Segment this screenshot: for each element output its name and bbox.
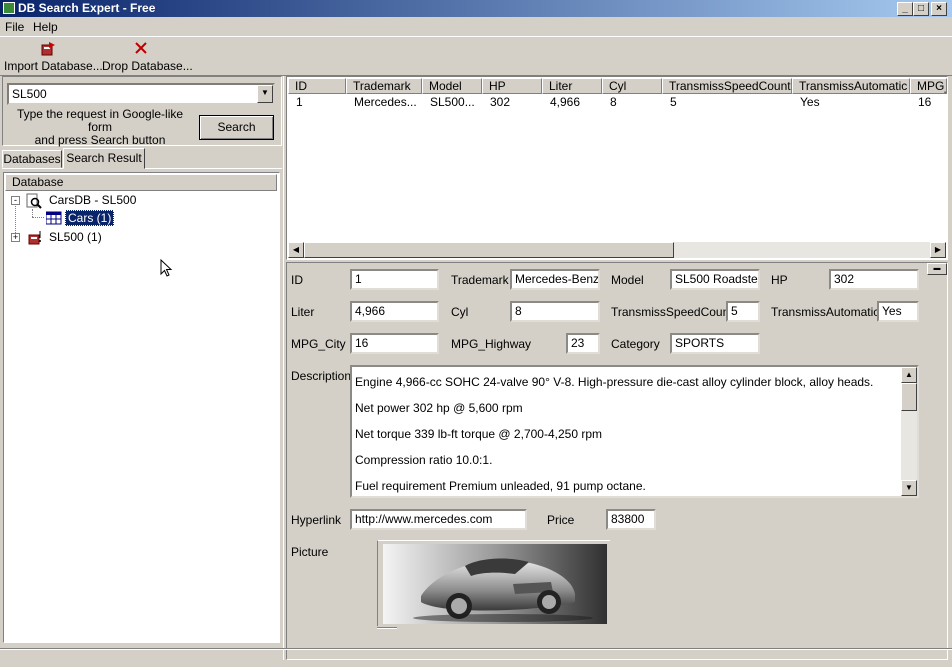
window-title: DB Search Expert - Free bbox=[18, 1, 156, 15]
tree-node-sl500[interactable]: SL500 (1) bbox=[49, 230, 102, 244]
table-cell: Yes bbox=[800, 95, 820, 109]
menu-bar: File Help bbox=[0, 18, 952, 36]
scroll-up-icon[interactable]: ▲ bbox=[901, 367, 917, 383]
category-field[interactable]: SPORTS bbox=[670, 333, 760, 354]
picture-label: Picture bbox=[291, 545, 329, 559]
trademark-label: Trademark bbox=[451, 273, 509, 287]
table-row[interactable]: 1 Mercedes... SL500... 302 4,966 8 5 Yes… bbox=[288, 95, 947, 111]
description-line: Compression ratio 10.0:1. bbox=[355, 453, 493, 467]
table-cell: 5 bbox=[670, 95, 677, 109]
mpg-highway-field[interactable]: 23 bbox=[566, 333, 600, 354]
transmiss-automatic-field[interactable]: Yes bbox=[877, 301, 919, 322]
dropdown-arrow-icon[interactable]: ▼ bbox=[257, 85, 273, 103]
delete-icon bbox=[135, 42, 147, 54]
transmiss-speed-field[interactable]: 5 bbox=[726, 301, 760, 322]
table-cell: 16 bbox=[918, 95, 932, 109]
model-label: Model bbox=[611, 273, 644, 287]
scroll-left-icon[interactable]: ◀ bbox=[288, 242, 304, 258]
car-photo bbox=[383, 544, 607, 624]
price-field[interactable]: 83800 bbox=[606, 509, 656, 530]
column-header-trademark[interactable]: Trademark bbox=[346, 78, 422, 94]
search-panel: SL500 ▼ Type the request in Google-like … bbox=[2, 76, 282, 147]
table-cell: Mercedes... bbox=[354, 95, 417, 109]
close-button[interactable]: × bbox=[931, 2, 947, 16]
expand-icon[interactable]: + bbox=[11, 233, 20, 242]
column-header-liter[interactable]: Liter bbox=[542, 78, 602, 94]
minimize-button[interactable]: _ bbox=[897, 2, 913, 16]
hp-label: HP bbox=[771, 273, 788, 287]
drop-database-label: Drop Database... bbox=[102, 59, 193, 73]
results-grid[interactable]: ID Trademark Model HP Liter Cyl Transmis… bbox=[286, 76, 948, 260]
description-line: Engine 4,966-cc SOHC 24-valve 90° V-8. H… bbox=[355, 375, 874, 389]
description-line: Net torque 339 lb-ft torque @ 2,700-4,25… bbox=[355, 427, 602, 441]
column-header-model[interactable]: Model bbox=[422, 78, 482, 94]
description-textarea[interactable]: Engine 4,966-cc SOHC 24-valve 90° V-8. H… bbox=[350, 365, 919, 498]
hyperlink-field[interactable]: http://www.mercedes.com bbox=[350, 509, 527, 530]
import-database-label: Import Database... bbox=[4, 59, 103, 73]
form-collapse-icon[interactable]: ▬ bbox=[927, 263, 947, 275]
description-line: Fuel requirement Premium unleaded, 91 pu… bbox=[355, 479, 646, 493]
table-cell: 8 bbox=[610, 95, 617, 109]
vertical-scrollbar[interactable]: ▲ ▼ bbox=[901, 367, 917, 496]
transmiss-speed-label: TransmissSpeedCount bbox=[611, 305, 733, 319]
mpg-city-field[interactable]: 16 bbox=[350, 333, 439, 354]
mpg-highway-label: MPG_Highway bbox=[451, 337, 532, 351]
trademark-field[interactable]: Mercedes-Benz bbox=[510, 269, 600, 290]
title-bar: DB Search Expert - Free _ □ × bbox=[0, 0, 952, 17]
id-label: ID bbox=[291, 273, 303, 287]
tab-databases[interactable]: Databases bbox=[2, 150, 62, 168]
hp-field[interactable]: 302 bbox=[829, 269, 919, 290]
id-field[interactable]: 1 bbox=[350, 269, 439, 290]
horizontal-scrollbar[interactable]: ◀ ▶ bbox=[288, 242, 946, 258]
column-header-mpg[interactable]: MPG_ bbox=[910, 78, 947, 94]
column-header-transmissspeedcount[interactable]: TransmissSpeedCount bbox=[662, 78, 792, 94]
category-label: Category bbox=[611, 337, 660, 351]
search-input[interactable]: SL500 bbox=[12, 87, 47, 101]
search-combobox[interactable]: SL500 ▼ bbox=[7, 83, 275, 105]
menu-help[interactable]: Help bbox=[33, 20, 58, 34]
scroll-thumb[interactable] bbox=[901, 383, 917, 411]
drop-database-button[interactable]: Drop Database... bbox=[100, 39, 193, 73]
liter-field[interactable]: 4,966 bbox=[350, 301, 439, 322]
hyperlink-label: Hyperlink bbox=[291, 513, 342, 527]
app-icon bbox=[3, 2, 15, 14]
import-database-button[interactable]: Import Database... bbox=[3, 39, 103, 73]
mouse-cursor-icon bbox=[160, 259, 173, 277]
table-cell: SL500... bbox=[430, 95, 475, 109]
search-button[interactable]: Search bbox=[199, 115, 274, 140]
scroll-right-icon[interactable]: ▶ bbox=[930, 242, 946, 258]
column-header-id[interactable]: ID bbox=[288, 78, 346, 94]
table-cell: 302 bbox=[490, 95, 511, 109]
table-cell: 4,966 bbox=[550, 95, 581, 109]
column-header-hp[interactable]: HP bbox=[482, 78, 542, 94]
database-search-icon bbox=[26, 193, 42, 209]
liter-label: Liter bbox=[291, 305, 315, 319]
description-label: Description bbox=[291, 369, 352, 383]
cyl-label: Cyl bbox=[451, 305, 469, 319]
column-header-cyl[interactable]: Cyl bbox=[602, 78, 662, 94]
model-field[interactable]: SL500 Roadster bbox=[670, 269, 760, 290]
tree-node-cars[interactable]: Cars (1) bbox=[65, 210, 115, 226]
menu-file[interactable]: File bbox=[5, 20, 24, 34]
database-icon bbox=[28, 231, 41, 245]
search-hint: Type the request in Google-like form and… bbox=[16, 107, 184, 147]
table-cell: 1 bbox=[296, 95, 303, 109]
mpg-city-label: MPG_City bbox=[291, 337, 346, 351]
description-line: Net power 302 hp @ 5,600 rpm bbox=[355, 401, 523, 415]
tab-search-result[interactable]: Search Result bbox=[63, 148, 145, 169]
maximize-button[interactable]: □ bbox=[913, 2, 929, 16]
scroll-thumb[interactable] bbox=[304, 242, 674, 258]
table-icon bbox=[46, 211, 62, 225]
cyl-field[interactable]: 8 bbox=[510, 301, 600, 322]
scroll-down-icon[interactable]: ▼ bbox=[901, 480, 917, 496]
transmiss-automatic-label: TransmissAutomatic bbox=[771, 305, 880, 319]
import-database-icon bbox=[41, 42, 55, 56]
database-tree[interactable]: Database - CarsDB - SL500 Cars (1) + SL5… bbox=[3, 172, 280, 643]
price-label: Price bbox=[547, 513, 575, 527]
tree-header[interactable]: Database bbox=[5, 174, 277, 191]
tree-node-carsdb[interactable]: CarsDB - SL500 bbox=[49, 193, 136, 207]
column-header-transmissautomatic[interactable]: TransmissAutomatic bbox=[792, 78, 910, 94]
